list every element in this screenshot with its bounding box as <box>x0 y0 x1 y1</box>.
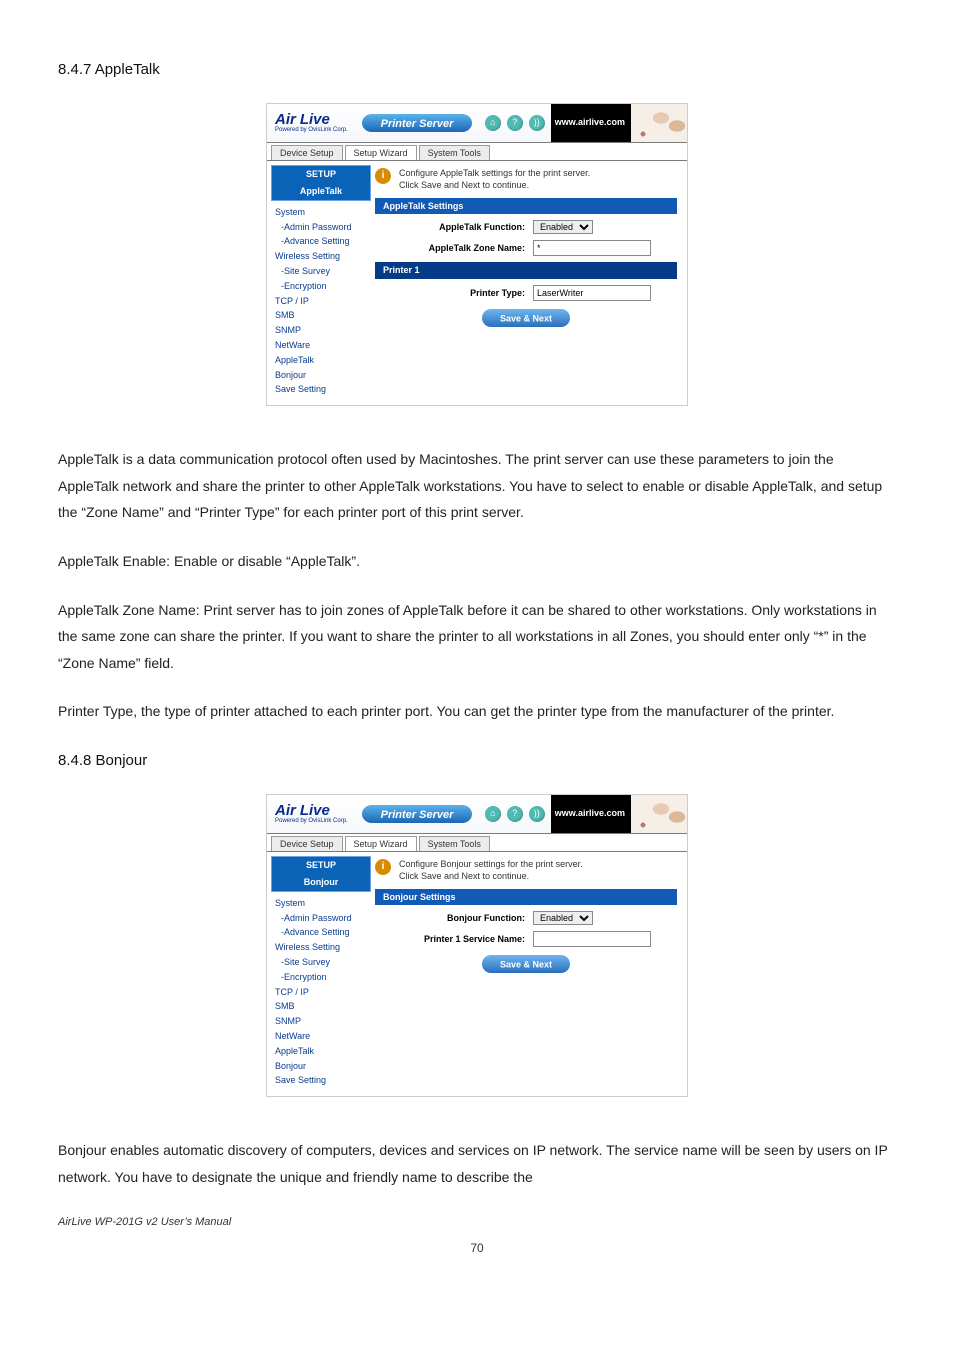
help-icon[interactable]: ? <box>507 806 523 822</box>
sidebar-item-wireless[interactable]: Wireless Setting <box>271 940 371 955</box>
main-panel: i Configure AppleTalk settings for the p… <box>375 161 687 405</box>
para-appletalk-ptype: Printer Type, the type of printer attach… <box>58 698 896 725</box>
input-printer1-service-name[interactable] <box>533 931 651 947</box>
sidebar-item-encryption[interactable]: -Encryption <box>271 970 371 985</box>
home-icon[interactable]: ⌂ <box>485 115 501 131</box>
sidebar-item-appletalk[interactable]: AppleTalk <box>271 353 371 368</box>
sidebar-item-snmp[interactable]: SNMP <box>271 1014 371 1029</box>
tab-setup-wizard[interactable]: Setup Wizard <box>345 145 417 161</box>
tab-device-setup[interactable]: Device Setup <box>271 836 343 852</box>
sidebar-item-system[interactable]: System <box>271 205 371 220</box>
sidebar: SETUP Bonjour System -Admin Password -Ad… <box>267 852 375 1096</box>
sidebar-item-netware[interactable]: NetWare <box>271 338 371 353</box>
label-printer-type: Printer Type: <box>375 288 525 299</box>
sidebar-item-site-survey[interactable]: -Site Survey <box>271 264 371 279</box>
sidebar-item-wireless[interactable]: Wireless Setting <box>271 249 371 264</box>
section-bar-printer1: Printer 1 <box>375 262 677 279</box>
logo: Air Live Powered by OvisLink Corp. <box>275 802 348 825</box>
svg-text:Printer Server: Printer Server <box>380 118 453 130</box>
screenshot-bonjour: Air Live Powered by OvisLink Corp. Print… <box>266 794 688 1098</box>
sidebar-item-site-survey[interactable]: -Site Survey <box>271 955 371 970</box>
footer-text: AirLive WP-201G v2 User’s Manual <box>58 1212 896 1233</box>
section-bar-appletalk-settings: AppleTalk Settings <box>375 198 677 215</box>
sidebar-item-bonjour[interactable]: Bonjour <box>271 368 371 383</box>
label-printer1-service-name: Printer 1 Service Name: <box>375 934 525 945</box>
sidebar-item-system[interactable]: System <box>271 896 371 911</box>
para-appletalk-main: AppleTalk is a data communication protoc… <box>58 446 896 526</box>
input-printer-type[interactable] <box>533 285 651 301</box>
header-icons: ⌂ ? )) <box>485 115 551 131</box>
svg-text:Printer Server: Printer Server <box>380 809 453 821</box>
sidebar-item-admin-password[interactable]: -Admin Password <box>271 911 371 926</box>
sidebar-current: AppleTalk <box>272 183 370 200</box>
logo-subtext: Powered by OvisLink Corp. <box>275 818 348 825</box>
sidebar-setup-header: SETUP <box>272 857 370 874</box>
input-appletalk-zone[interactable] <box>533 240 651 256</box>
para-bonjour-main: Bonjour enables automatic discovery of c… <box>58 1137 896 1190</box>
tab-system-tools[interactable]: System Tools <box>419 836 490 852</box>
sidebar-item-save-setting[interactable]: Save Setting <box>271 1073 371 1088</box>
info-text: Configure Bonjour settings for the print… <box>399 858 583 882</box>
header-icons: ⌂ ? )) <box>485 806 551 822</box>
logo-subtext: Powered by OvisLink Corp. <box>275 127 348 134</box>
title-badge: Printer Server <box>362 112 472 134</box>
sidebar-item-snmp[interactable]: SNMP <box>271 323 371 338</box>
help-icon[interactable]: ? <box>507 115 523 131</box>
site-url: www.airlive.com <box>551 104 631 142</box>
label-appletalk-function: AppleTalk Function: <box>375 222 525 233</box>
screenshot-appletalk: Air Live Powered by OvisLink Corp. Print… <box>266 103 688 407</box>
sidebar-setup-header: SETUP <box>272 166 370 183</box>
info-icon: i <box>375 859 391 875</box>
svg-text:Save & Next: Save & Next <box>500 314 552 324</box>
info-text: Configure AppleTalk settings for the pri… <box>399 167 590 191</box>
info-icon: i <box>375 168 391 184</box>
para-appletalk-zone: AppleTalk Zone Name: Print server has to… <box>58 597 896 677</box>
save-next-button[interactable]: Save & Next <box>482 955 570 973</box>
select-bonjour-function[interactable]: Enabled <box>533 911 593 925</box>
sidebar-item-bonjour[interactable]: Bonjour <box>271 1059 371 1074</box>
screenshot-header: Air Live Powered by OvisLink Corp. Print… <box>267 795 687 833</box>
sidebar: SETUP AppleTalk System -Admin Password -… <box>267 161 375 405</box>
heading-bonjour: 8.4.8 Bonjour <box>58 747 896 776</box>
wifi-icon[interactable]: )) <box>529 115 545 131</box>
heading-appletalk: 8.4.7 AppleTalk <box>58 56 896 85</box>
screenshot-header: Air Live Powered by OvisLink Corp. Print… <box>267 104 687 142</box>
header-photo <box>631 795 687 833</box>
sidebar-item-smb[interactable]: SMB <box>271 308 371 323</box>
svg-text:Save & Next: Save & Next <box>500 960 552 970</box>
title-badge: Printer Server <box>362 803 472 825</box>
sidebar-item-tcpip[interactable]: TCP / IP <box>271 985 371 1000</box>
tabbar: Device Setup Setup Wizard System Tools <box>267 833 687 853</box>
wifi-icon[interactable]: )) <box>529 806 545 822</box>
home-icon[interactable]: ⌂ <box>485 806 501 822</box>
sidebar-item-advance-setting[interactable]: -Advance Setting <box>271 234 371 249</box>
tabbar: Device Setup Setup Wizard System Tools <box>267 142 687 162</box>
page-number: 70 <box>58 1237 896 1260</box>
para-appletalk-enable: AppleTalk Enable: Enable or disable “App… <box>58 548 896 575</box>
sidebar-item-advance-setting[interactable]: -Advance Setting <box>271 925 371 940</box>
sidebar-item-tcpip[interactable]: TCP / IP <box>271 294 371 309</box>
tab-setup-wizard[interactable]: Setup Wizard <box>345 836 417 852</box>
section-bar-bonjour-settings: Bonjour Settings <box>375 889 677 906</box>
main-panel: i Configure Bonjour settings for the pri… <box>375 852 687 1096</box>
sidebar-item-netware[interactable]: NetWare <box>271 1029 371 1044</box>
label-appletalk-zone: AppleTalk Zone Name: <box>375 243 525 254</box>
sidebar-item-admin-password[interactable]: -Admin Password <box>271 220 371 235</box>
sidebar-item-appletalk[interactable]: AppleTalk <box>271 1044 371 1059</box>
select-appletalk-function[interactable]: Enabled <box>533 220 593 234</box>
sidebar-item-smb[interactable]: SMB <box>271 999 371 1014</box>
save-next-button[interactable]: Save & Next <box>482 309 570 327</box>
sidebar-current: Bonjour <box>272 874 370 891</box>
label-bonjour-function: Bonjour Function: <box>375 913 525 924</box>
tab-device-setup[interactable]: Device Setup <box>271 145 343 161</box>
sidebar-item-encryption[interactable]: -Encryption <box>271 279 371 294</box>
tab-system-tools[interactable]: System Tools <box>419 145 490 161</box>
site-url: www.airlive.com <box>551 795 631 833</box>
logo: Air Live Powered by OvisLink Corp. <box>275 111 348 134</box>
sidebar-item-save-setting[interactable]: Save Setting <box>271 382 371 397</box>
header-photo <box>631 104 687 142</box>
